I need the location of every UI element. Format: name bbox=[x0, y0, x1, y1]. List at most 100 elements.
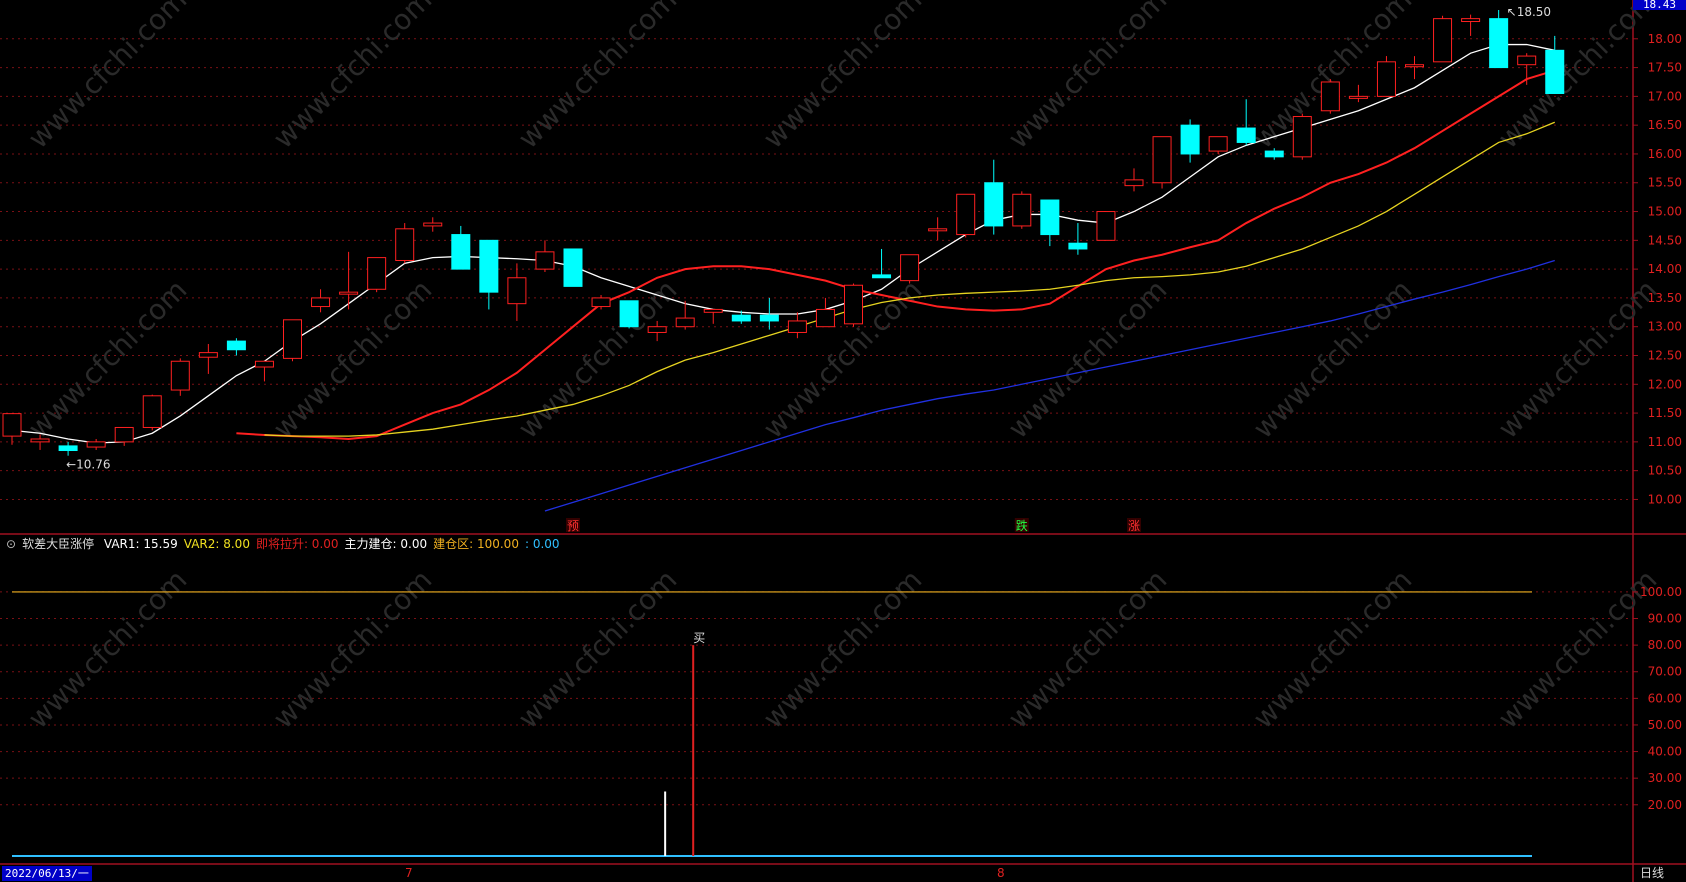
watermark-text: www.cfchi.com bbox=[757, 0, 929, 155]
candle bbox=[1040, 199, 1060, 247]
candle bbox=[1433, 15, 1453, 63]
candle-body bbox=[479, 239, 499, 293]
grid-lines bbox=[0, 0, 1686, 882]
candle bbox=[591, 295, 611, 310]
price-tick-label: 15.00 bbox=[1648, 205, 1682, 219]
price-tick-label: 12.50 bbox=[1648, 348, 1682, 362]
candle-body bbox=[1208, 136, 1228, 152]
price-axis: 10.00 10.50 11.00 11.50 12.00 12.50 13.00 13.50… bbox=[1633, 32, 1682, 812]
candle-body bbox=[507, 277, 527, 305]
candle-body bbox=[1040, 199, 1060, 236]
candle-body bbox=[928, 228, 948, 232]
indicator-item: VAR2: 8.00 bbox=[183, 537, 250, 551]
indicator-header: ⊙ 软差大臣涨停 VAR1: 15.59 VAR2: 8.00 即将拉升: 0.00 主… bbox=[6, 535, 572, 551]
candle-body bbox=[956, 193, 976, 236]
candle-body bbox=[226, 340, 246, 351]
candle bbox=[1348, 84, 1368, 103]
indicator-tick-label: 70.00 bbox=[1648, 665, 1682, 679]
candle-body bbox=[367, 257, 387, 290]
indicator-item: VAR1: 15.59 bbox=[103, 537, 178, 551]
candle bbox=[984, 159, 1004, 235]
indicator-collapse-icon[interactable]: ⊙ bbox=[6, 537, 16, 551]
candle bbox=[787, 312, 807, 339]
candle-body bbox=[619, 300, 639, 328]
candle bbox=[198, 343, 218, 374]
candle bbox=[423, 217, 443, 232]
candle bbox=[142, 394, 162, 431]
candle-body bbox=[170, 360, 190, 391]
candle bbox=[1517, 53, 1537, 85]
low-marker: ←10.76 bbox=[66, 458, 110, 472]
price-tick-label: 15.50 bbox=[1648, 176, 1682, 190]
watermark-text: www.cfchi.com bbox=[1247, 563, 1419, 735]
watermark-text: www.cfchi.com bbox=[267, 563, 439, 735]
ma-line-ma10 bbox=[236, 69, 1556, 440]
candle-body bbox=[1264, 150, 1284, 158]
candle-body bbox=[1545, 49, 1565, 94]
candle bbox=[703, 308, 723, 324]
candle-body bbox=[1517, 55, 1537, 66]
candle-body bbox=[86, 441, 106, 448]
candle-body bbox=[900, 254, 920, 282]
indicator-name[interactable]: 软差大臣涨停 bbox=[22, 537, 94, 551]
signal-涨: 涨 bbox=[1128, 518, 1140, 533]
candle bbox=[1376, 56, 1396, 97]
candle bbox=[1096, 211, 1116, 241]
candle-body bbox=[1405, 64, 1424, 68]
indicator-item: : 0.00 bbox=[524, 537, 560, 551]
candle bbox=[1545, 35, 1565, 94]
candle-body bbox=[311, 297, 331, 308]
signal-预: 预 bbox=[567, 519, 579, 533]
candle-body bbox=[675, 317, 695, 328]
candle-body bbox=[1068, 242, 1088, 250]
candle-body bbox=[198, 352, 218, 358]
watermark-text: www.cfchi.com bbox=[22, 0, 194, 155]
candle bbox=[928, 217, 948, 241]
candle bbox=[367, 257, 387, 293]
candle bbox=[339, 251, 359, 310]
candle-body bbox=[1012, 193, 1032, 227]
candle-body bbox=[1292, 116, 1312, 158]
price-tick-label: 17.50 bbox=[1648, 61, 1682, 75]
period-label[interactable]: 日线 bbox=[1640, 866, 1664, 881]
watermark-text: www.cfchi.com bbox=[512, 0, 684, 155]
indicator-tick-label: 80.00 bbox=[1648, 638, 1682, 652]
price-tick-label: 14.00 bbox=[1648, 262, 1682, 276]
watermark-text: www.cfchi.com bbox=[267, 0, 439, 155]
price-tick-label: 10.50 bbox=[1648, 464, 1682, 478]
signal-跌: 跌 bbox=[1016, 518, 1028, 533]
candle-body bbox=[1376, 61, 1396, 97]
candle-body bbox=[563, 248, 583, 287]
chart-canvas[interactable]: www.cfchi.com www.cfchi.com www.cfchi.com w… bbox=[0, 0, 1686, 882]
price-tick-label: 14.50 bbox=[1648, 233, 1682, 247]
candle bbox=[535, 240, 555, 272]
candle-body bbox=[114, 426, 134, 443]
candle bbox=[451, 225, 471, 270]
buy-signal-label: 买 bbox=[693, 631, 705, 645]
candle-body bbox=[872, 274, 892, 279]
indicator-item: 即将拉升: 0.00 bbox=[255, 537, 339, 551]
month-marker-8: 8 bbox=[997, 866, 1005, 880]
candle-body bbox=[423, 222, 443, 227]
indicator-item: 建仓区: 100.00 bbox=[433, 537, 519, 551]
candle-body bbox=[731, 314, 751, 322]
candle bbox=[283, 319, 302, 362]
candle-body bbox=[58, 445, 78, 452]
watermark-text: www.cfchi.com bbox=[1492, 0, 1664, 155]
candle-body bbox=[1124, 179, 1144, 187]
watermark-text: www.cfchi.com bbox=[512, 563, 684, 735]
candle bbox=[86, 438, 106, 450]
indicator-tick-label: 60.00 bbox=[1648, 691, 1682, 705]
indicator-tick-label: 100.00 bbox=[1640, 585, 1682, 599]
watermark-text: www.cfchi.com bbox=[1002, 0, 1174, 155]
candle bbox=[1461, 14, 1481, 36]
price-tick-label: 18.00 bbox=[1648, 32, 1682, 46]
candle-body bbox=[844, 284, 863, 325]
price-tick-label: 11.50 bbox=[1648, 406, 1682, 420]
candle bbox=[1405, 56, 1424, 80]
price-tick-label: 17.00 bbox=[1648, 89, 1682, 103]
watermark-text: www.cfchi.com bbox=[22, 563, 194, 735]
candle bbox=[1292, 113, 1312, 160]
candle bbox=[226, 338, 246, 356]
indicator-tick-label: 90.00 bbox=[1648, 612, 1682, 626]
